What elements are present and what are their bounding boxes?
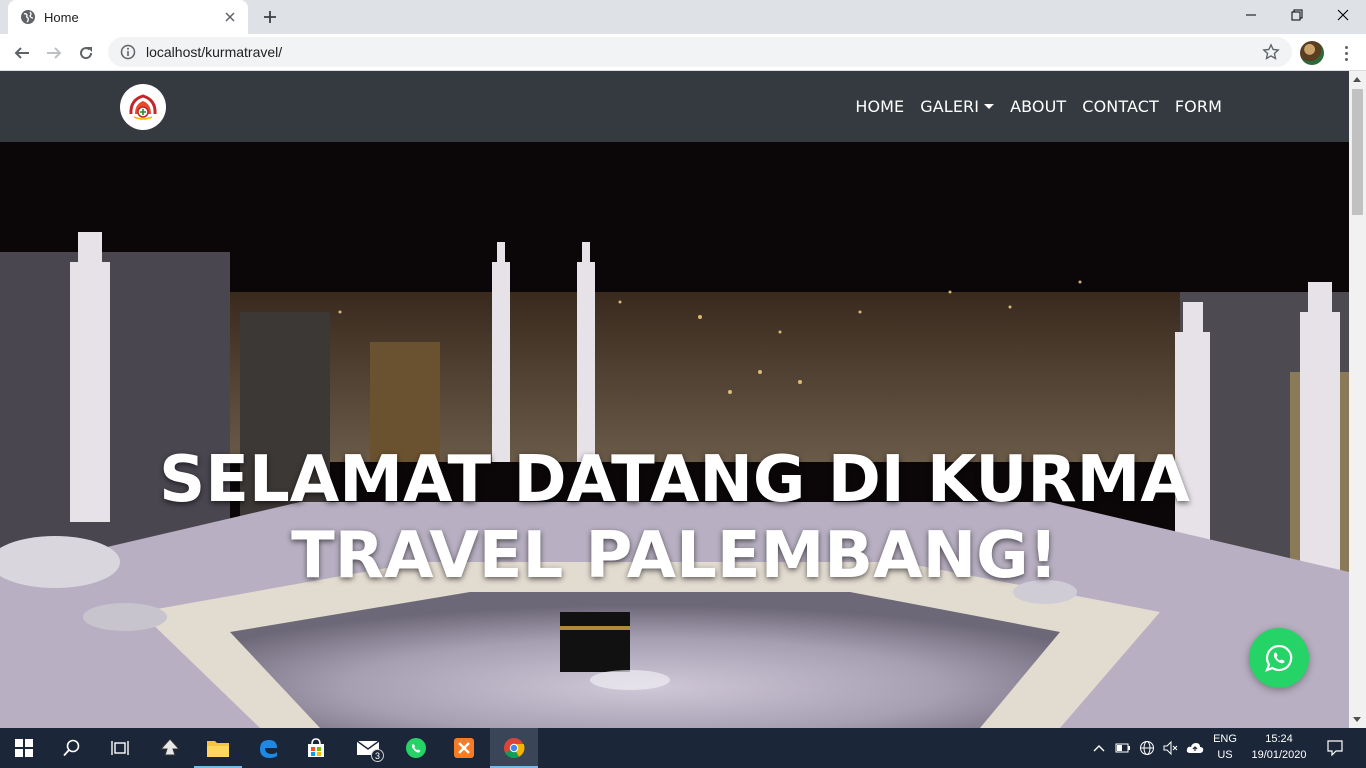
- hero-section: SELAMAT DATANG DI KURMA TRAVEL PALEMBANG…: [0, 142, 1349, 728]
- whatsapp-chat-button[interactable]: [1249, 628, 1309, 688]
- hero-background-image: [0, 142, 1349, 728]
- battery-icon: [1115, 743, 1130, 753]
- mail-badge: 3: [371, 749, 384, 762]
- bookmark-star-icon[interactable]: [1262, 43, 1280, 61]
- input-language-indicator[interactable]: ENG US: [1206, 731, 1244, 763]
- xampp-icon: [454, 738, 474, 758]
- volume-tray[interactable]: [1160, 728, 1182, 768]
- taskbar-app-store[interactable]: [292, 728, 340, 768]
- globe-network-icon: [1140, 741, 1154, 755]
- store-icon: [308, 738, 324, 757]
- browser-tab[interactable]: Home: [8, 0, 248, 34]
- chrome-menu-icon[interactable]: [1334, 39, 1358, 67]
- hero-title: SELAMAT DATANG DI KURMA TRAVEL PALEMBANG…: [159, 443, 1190, 593]
- forward-button[interactable]: [40, 39, 68, 67]
- search-icon: [63, 739, 80, 757]
- task-view-icon: [111, 741, 129, 755]
- taskbar-app-file-explorer[interactable]: [194, 728, 242, 768]
- close-window-button[interactable]: [1320, 0, 1366, 30]
- caret-down-icon: [984, 104, 995, 109]
- show-hidden-icons-button[interactable]: [1090, 728, 1108, 768]
- nav-menu: HOME GALERI ABOUT CONTACT FORM: [855, 71, 1222, 142]
- nav-form[interactable]: FORM: [1175, 97, 1222, 116]
- browser-tabstrip: Home: [0, 0, 1366, 34]
- clock-date: 19/01/2020: [1251, 749, 1307, 761]
- action-center-button[interactable]: [1318, 728, 1352, 768]
- chrome-icon: [504, 738, 525, 759]
- search-button[interactable]: [48, 728, 96, 768]
- taskbar-app-mail[interactable]: 3: [344, 728, 392, 768]
- start-button[interactable]: [0, 728, 48, 768]
- tab-close-icon[interactable]: [222, 9, 238, 25]
- kurma-logo-icon: [129, 94, 157, 120]
- taskbar-app-xampp[interactable]: [440, 728, 488, 768]
- chevron-up-icon: [1093, 745, 1105, 752]
- lang-line2: US: [1217, 749, 1233, 761]
- clock-time: 15:24: [1265, 733, 1293, 745]
- taskbar-app-whatsapp[interactable]: [392, 728, 440, 768]
- nav-galeri[interactable]: GALERI: [920, 97, 995, 116]
- tab-title: Home: [44, 9, 79, 25]
- onedrive-tray[interactable]: [1184, 728, 1206, 768]
- windows-logo-icon: [15, 739, 33, 757]
- nav-home[interactable]: HOME: [855, 97, 904, 116]
- scroll-down-arrow-icon[interactable]: [1353, 717, 1361, 722]
- nav-about[interactable]: ABOUT: [1010, 97, 1066, 116]
- profile-avatar[interactable]: [1300, 41, 1324, 65]
- taskbar-app-inkscape[interactable]: [146, 728, 194, 768]
- folder-icon: [207, 741, 229, 757]
- taskbar-clock[interactable]: 15:24 19/01/2020: [1246, 731, 1312, 763]
- lang-line1: ENG: [1213, 733, 1237, 745]
- info-icon[interactable]: [120, 44, 136, 60]
- battery-tray[interactable]: [1112, 728, 1134, 768]
- whatsapp-icon: [406, 738, 426, 758]
- notification-icon: [1327, 740, 1343, 756]
- new-tab-button[interactable]: [258, 6, 282, 28]
- globe-icon: [21, 10, 35, 24]
- cloud-upload-icon: [1186, 743, 1204, 753]
- taskbar-app-edge[interactable]: [244, 728, 292, 768]
- nav-contact[interactable]: CONTACT: [1082, 97, 1159, 116]
- url-text: localhost/kurmatravel/: [146, 44, 283, 60]
- windows-taskbar: 3 ENG US 15:24 19/01/2020: [0, 728, 1366, 768]
- reload-button[interactable]: [72, 39, 100, 67]
- page-viewport: HOME GALERI ABOUT CONTACT FORM SELAMAT D…: [0, 71, 1349, 728]
- minimize-button[interactable]: [1228, 0, 1274, 30]
- task-view-button[interactable]: [96, 728, 144, 768]
- nav-galeri-label: GALERI: [920, 97, 980, 116]
- scroll-up-arrow-icon[interactable]: [1353, 77, 1361, 82]
- whatsapp-icon: [1265, 644, 1293, 672]
- site-logo[interactable]: [120, 84, 166, 130]
- back-button[interactable]: [8, 39, 36, 67]
- page-scrollbar[interactable]: [1349, 71, 1366, 728]
- restore-button[interactable]: [1274, 0, 1320, 30]
- edge-icon: [260, 740, 277, 758]
- taskbar-app-chrome[interactable]: [490, 728, 538, 768]
- volume-muted-icon: [1163, 741, 1178, 755]
- scrollbar-thumb[interactable]: [1352, 89, 1363, 215]
- site-navbar: HOME GALERI ABOUT CONTACT FORM: [0, 71, 1349, 142]
- inkscape-icon: [159, 738, 181, 756]
- network-tray[interactable]: [1136, 728, 1158, 768]
- address-bar[interactable]: localhost/kurmatravel/: [108, 37, 1292, 67]
- browser-toolbar: localhost/kurmatravel/: [0, 34, 1366, 71]
